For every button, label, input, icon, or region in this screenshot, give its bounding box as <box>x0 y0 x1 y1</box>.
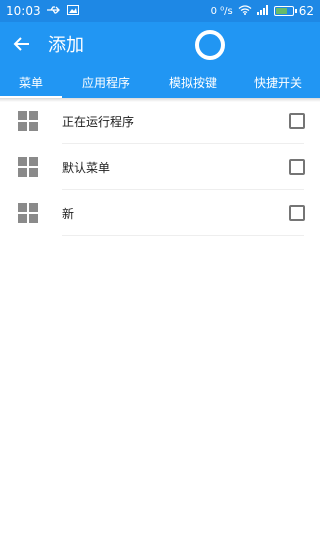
list-item[interactable]: 默认菜单 <box>0 144 320 190</box>
item-checkbox[interactable] <box>289 205 305 221</box>
tab-menu[interactable]: 菜单 <box>0 66 62 98</box>
item-label: 正在运行程序 <box>62 114 135 129</box>
item-label: 新 <box>62 206 75 221</box>
page-title: 添加 <box>48 35 84 56</box>
list-item[interactable]: 新 <box>0 190 320 236</box>
divider <box>62 235 304 236</box>
item-label: 默认菜单 <box>62 160 111 175</box>
image-icon <box>66 4 79 18</box>
tab-simulate-keys[interactable]: 模拟按键 <box>150 66 236 98</box>
battery-icon <box>273 6 297 16</box>
app-bar: 添加 <box>0 22 320 66</box>
item-checkbox[interactable] <box>289 113 305 129</box>
grid-icon <box>18 157 38 177</box>
signal-icon <box>256 4 269 18</box>
status-time: 10:03 <box>6 4 41 18</box>
battery-percent: 62 <box>298 4 314 18</box>
tab-quick-switches[interactable]: 快捷开关 <box>236 66 320 98</box>
list-item[interactable]: 正在运行程序 <box>0 98 320 144</box>
net-speed: 0 ⁰/s <box>210 5 233 17</box>
tab-apps[interactable]: 应用程序 <box>62 66 150 98</box>
item-list: 正在运行程序 默认菜单 新 <box>0 98 320 236</box>
grid-icon <box>18 111 38 131</box>
tab-bar: 菜单 应用程序 模拟按键 快捷开关 <box>0 66 320 98</box>
wifi-icon <box>238 4 252 18</box>
back-arrow-icon[interactable] <box>0 22 44 66</box>
usb-icon <box>46 4 62 18</box>
item-checkbox[interactable] <box>289 159 305 175</box>
grid-icon <box>18 203 38 223</box>
status-bar: 10:03 0 ⁰/s 62 <box>0 0 320 22</box>
tab-shadow <box>0 98 320 102</box>
ring-icon <box>195 30 225 60</box>
